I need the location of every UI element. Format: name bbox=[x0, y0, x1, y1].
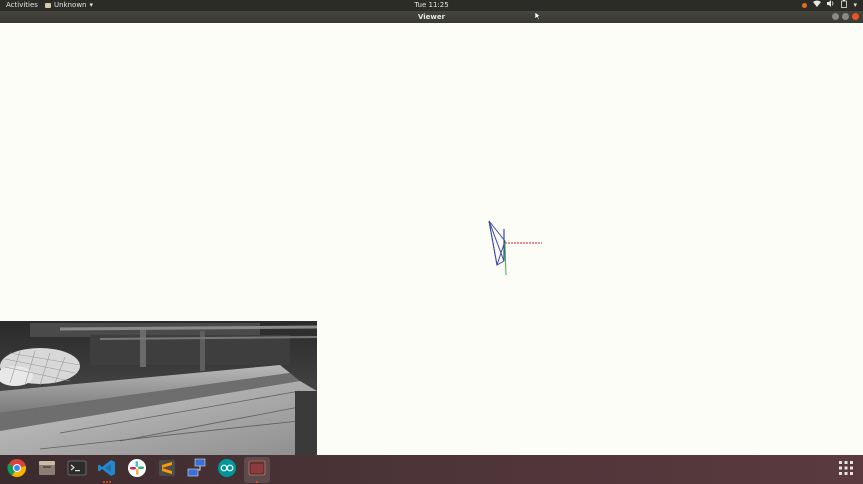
slack-icon bbox=[127, 458, 147, 482]
y-axis bbox=[504, 242, 507, 276]
chrome-icon bbox=[7, 458, 27, 482]
dock bbox=[0, 455, 863, 484]
dock-item-terminal[interactable] bbox=[64, 457, 90, 483]
dock-item-sublime[interactable] bbox=[154, 457, 180, 483]
camera-image-panel bbox=[0, 321, 317, 455]
chevron-down-icon[interactable]: ▾ bbox=[853, 0, 857, 11]
viewer-app-icon bbox=[247, 458, 267, 482]
camera-image bbox=[0, 321, 317, 455]
running-indicator bbox=[103, 480, 111, 483]
close-icon[interactable] bbox=[852, 13, 859, 20]
mouse-cursor-icon bbox=[534, 5, 542, 24]
show-applications-button[interactable] bbox=[837, 455, 855, 484]
camera-frustum bbox=[488, 220, 506, 266]
running-indicator bbox=[256, 480, 258, 483]
window-title: Viewer bbox=[417, 13, 446, 21]
window-controls bbox=[832, 13, 859, 20]
minimize-icon[interactable] bbox=[832, 13, 839, 20]
battery-icon[interactable] bbox=[841, 0, 848, 12]
dock-item-chrome[interactable] bbox=[4, 457, 30, 483]
arduino-icon bbox=[217, 458, 237, 482]
app-grid-icon bbox=[839, 460, 853, 479]
clock[interactable]: Tue 11:25 bbox=[0, 0, 863, 11]
files-icon bbox=[37, 458, 57, 482]
system-tray[interactable]: ▾ bbox=[802, 0, 857, 11]
notification-dot-icon[interactable] bbox=[802, 3, 808, 8]
dock-item-arduino[interactable] bbox=[214, 457, 240, 483]
wifi-icon[interactable] bbox=[813, 0, 822, 11]
maximize-icon[interactable] bbox=[842, 13, 849, 20]
sublime-text-icon bbox=[157, 458, 177, 482]
dock-item-network[interactable] bbox=[184, 457, 210, 483]
network-manager-icon bbox=[187, 458, 207, 482]
window-titlebar[interactable]: Viewer bbox=[0, 11, 863, 23]
dock-item-viewer[interactable] bbox=[244, 456, 270, 483]
terminal-icon bbox=[67, 458, 87, 482]
dock-item-vscode[interactable] bbox=[94, 457, 120, 483]
dock-item-slack[interactable] bbox=[124, 457, 150, 483]
volume-icon[interactable] bbox=[827, 0, 835, 11]
top-panel: Activities Unknown ▾ Tue 11:25 ▾ bbox=[0, 0, 863, 11]
vscode-icon bbox=[97, 458, 117, 482]
dock-item-files[interactable] bbox=[34, 457, 60, 483]
